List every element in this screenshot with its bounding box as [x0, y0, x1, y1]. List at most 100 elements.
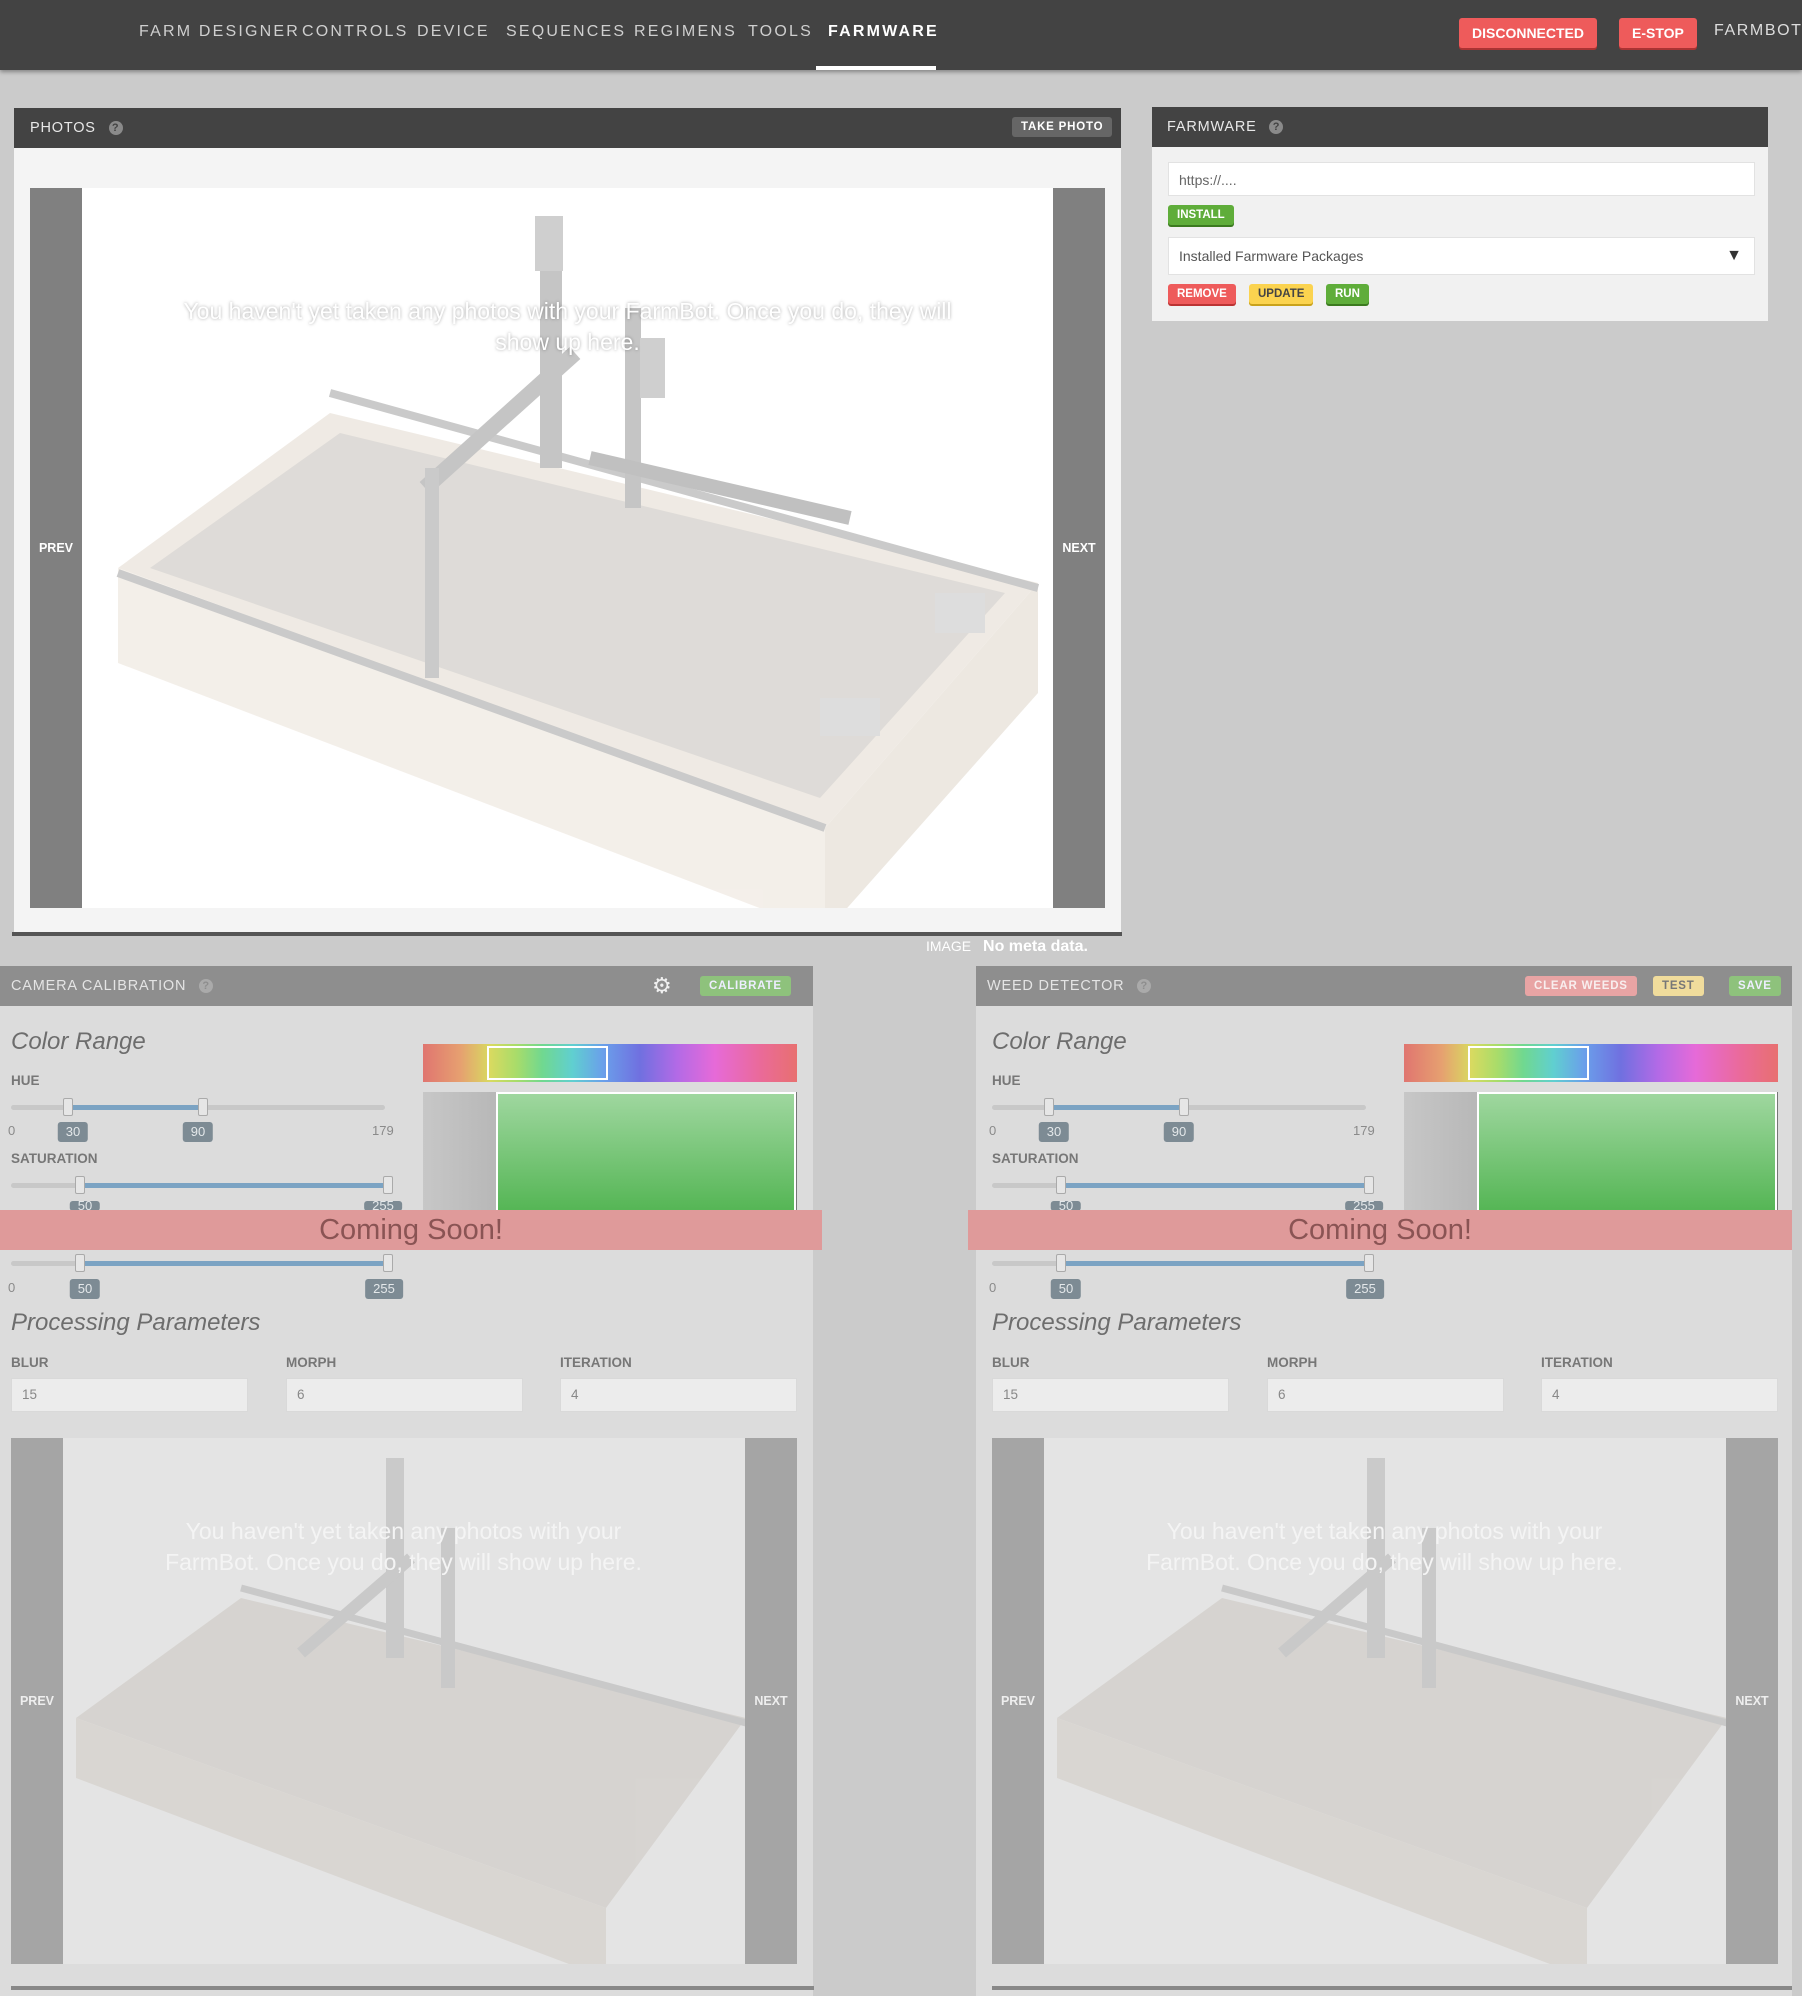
hue-high-handle[interactable] [198, 1098, 208, 1116]
weed-detector-photo-viewer: PREV NEXT You haven't yet taken any phot… [992, 1438, 1778, 1964]
hue-max-tick: 179 [372, 1123, 394, 1138]
photo-viewer: PREV NEXT You haven't yet taken any phot… [30, 188, 1105, 908]
help-icon[interactable]: ? [1137, 979, 1152, 994]
save-button[interactable]: SAVE [1729, 976, 1781, 996]
coming-soon-banner: Coming Soon! [968, 1210, 1792, 1250]
value-high-value: 255 [1346, 1279, 1384, 1299]
installed-farmware-select[interactable]: Installed Farmware Packages ▼ [1168, 237, 1755, 275]
nav-controls[interactable]: Controls [302, 0, 409, 70]
farmware-url-input[interactable]: https://.... [1168, 162, 1755, 196]
camera-calibration-title: CAMERA CALIBRATION [11, 978, 187, 994]
help-icon[interactable]: ? [1269, 120, 1284, 135]
weed-detector-header: WEED DETECTOR ? CLEAR WEEDS TEST SAVE [976, 966, 1792, 1006]
hue-high-value: 90 [1163, 1122, 1195, 1142]
value-range-fill [80, 1261, 388, 1266]
hue-high-value: 90 [182, 1122, 214, 1142]
camera-calibration-widget: CAMERA CALIBRATION ? ⚙ CALIBRATE Color R… [0, 966, 822, 1996]
color-range-title: Color Range [11, 1028, 146, 1055]
account-name: FARMBOT [1714, 22, 1802, 39]
run-button[interactable]: RUN [1326, 284, 1369, 304]
value-range-fill [1061, 1261, 1369, 1266]
weed-detector-body: Color Range HUE 0 30 90 179 SATURATION 5… [976, 1006, 1792, 1996]
saturation-label: SATURATION [11, 1151, 98, 1166]
hue-label: HUE [992, 1073, 1021, 1088]
hue-high-handle[interactable] [1179, 1098, 1189, 1116]
photos-widget: PHOTOS ? TAKE PHOTO PREV NEXT You haven'… [12, 108, 1122, 936]
value-high-handle[interactable] [1364, 1254, 1374, 1272]
hue-low-handle[interactable] [63, 1098, 73, 1116]
photos-body: PREV NEXT You haven't yet taken any phot… [14, 148, 1121, 936]
value-low-value: 50 [69, 1279, 101, 1299]
saturation-high-handle[interactable] [383, 1176, 393, 1194]
nav-tools[interactable]: Tools [748, 0, 813, 70]
help-icon[interactable]: ? [199, 979, 214, 994]
hue-selection [1468, 1046, 1589, 1080]
prev-photo-button[interactable]: PREV [992, 1438, 1044, 1964]
hue-range-fill [1049, 1105, 1184, 1110]
calibrate-button[interactable]: CALIBRATE [700, 976, 791, 996]
saturation-selection [1477, 1092, 1777, 1222]
photos-divider [12, 932, 1122, 936]
prev-photo-button[interactable]: PREV [30, 188, 82, 908]
saturation-high-handle[interactable] [1364, 1176, 1374, 1194]
hue-max-tick: 179 [1353, 1123, 1375, 1138]
saturation-low-handle[interactable] [75, 1176, 85, 1194]
calibration-photo-viewer: PREV NEXT You haven't yet taken any phot… [11, 1438, 797, 1964]
color-range-title: Color Range [992, 1028, 1127, 1055]
no-photos-message: You haven't yet taken any photos with yo… [165, 1518, 642, 1575]
morph-input[interactable]: 6 [286, 1378, 523, 1412]
account-menu[interactable]: FARMBOT ▾ [1714, 20, 1802, 40]
hue-label: HUE [11, 1073, 40, 1088]
value-low-handle[interactable] [1056, 1254, 1066, 1272]
morph-label: MORPH [286, 1355, 337, 1370]
value-min-tick: 0 [8, 1280, 16, 1295]
connection-status-button[interactable]: DISCONNECTED [1459, 18, 1598, 48]
weed-detector-title: WEED DETECTOR [987, 978, 1125, 994]
value-min-tick: 0 [989, 1280, 997, 1295]
morph-input[interactable]: 6 [1267, 1378, 1504, 1412]
hue-spectrum [423, 1044, 797, 1082]
camera-calibration-header: CAMERA CALIBRATION ? ⚙ CALIBRATE [0, 966, 813, 1006]
iteration-input[interactable]: 4 [1541, 1378, 1778, 1412]
value-low-handle[interactable] [75, 1254, 85, 1272]
coming-soon-banner: Coming Soon! [0, 1210, 822, 1250]
estop-button[interactable]: E-STOP [1619, 18, 1697, 48]
nav-regimens[interactable]: Regimens [634, 0, 737, 70]
blur-label: BLUR [992, 1355, 1030, 1370]
processing-parameters-title: Processing Parameters [11, 1309, 261, 1336]
value-high-handle[interactable] [383, 1254, 393, 1272]
hue-spectrum [1404, 1044, 1778, 1082]
help-icon[interactable]: ? [108, 121, 123, 136]
morph-label: MORPH [1267, 1355, 1318, 1370]
installed-farmware-label: Installed Farmware Packages [1179, 248, 1364, 264]
clear-weeds-button[interactable]: CLEAR WEEDS [1525, 976, 1637, 996]
value-high-value: 255 [365, 1279, 403, 1299]
value-low-value: 50 [1050, 1279, 1082, 1299]
install-button[interactable]: INSTALL [1168, 205, 1234, 225]
iteration-input[interactable]: 4 [560, 1378, 797, 1412]
nav-device[interactable]: Device [417, 0, 490, 70]
photos-header: PHOTOS ? TAKE PHOTO [14, 108, 1121, 148]
next-photo-button[interactable]: NEXT [1053, 188, 1105, 908]
blur-input[interactable]: 15 [11, 1378, 248, 1412]
take-photo-button[interactable]: TAKE PHOTO [1012, 117, 1113, 137]
nav-farmware[interactable]: Farmware [828, 0, 939, 70]
hue-low-value: 30 [57, 1122, 89, 1142]
farmware-header: FARMWARE ? [1152, 107, 1768, 147]
hue-low-handle[interactable] [1044, 1098, 1054, 1116]
blur-input[interactable]: 15 [992, 1378, 1229, 1412]
next-photo-button[interactable]: NEXT [745, 1438, 797, 1964]
nav-farm-designer[interactable]: Farm Designer [139, 0, 300, 70]
next-photo-button[interactable]: NEXT [1726, 1438, 1778, 1964]
saturation-low-handle[interactable] [1056, 1176, 1066, 1194]
gear-icon[interactable]: ⚙ [652, 966, 673, 1006]
test-button[interactable]: TEST [1653, 976, 1704, 996]
remove-button[interactable]: REMOVE [1168, 284, 1236, 304]
nav-sequences[interactable]: Sequences [506, 0, 626, 70]
processing-parameters-title: Processing Parameters [992, 1309, 1242, 1336]
prev-photo-button[interactable]: PREV [11, 1438, 63, 1964]
update-button[interactable]: UPDATE [1249, 284, 1314, 304]
image-meta-label: IMAGE [926, 938, 972, 954]
hue-low-value: 30 [1038, 1122, 1070, 1142]
no-photos-message: You haven't yet taken any photos with yo… [183, 298, 952, 355]
